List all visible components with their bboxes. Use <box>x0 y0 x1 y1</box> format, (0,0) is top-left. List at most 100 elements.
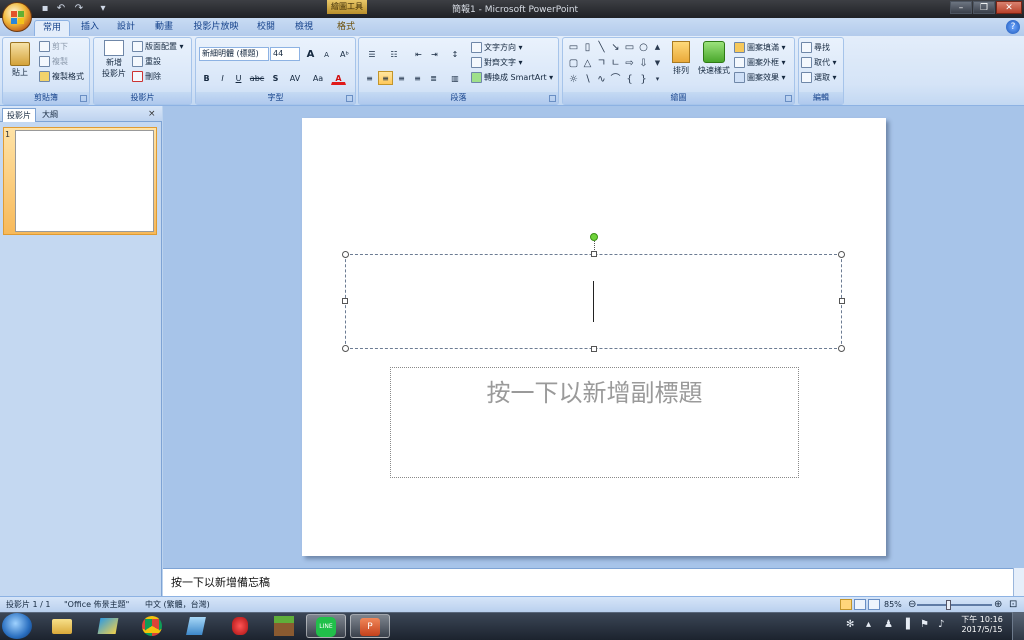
close-pane-icon[interactable]: × <box>148 109 156 119</box>
quick-styles-button[interactable]: 快速樣式 <box>696 41 732 77</box>
tray-app-icon[interactable]: ♟ <box>884 619 893 630</box>
resize-handle-top-left[interactable] <box>342 251 349 258</box>
zoom-in-icon[interactable]: ⊕ <box>994 597 1002 612</box>
taskbar-app-5-icon[interactable] <box>220 614 260 638</box>
numbering-icon[interactable]: ☷ <box>384 47 404 61</box>
resize-handle-right[interactable] <box>839 298 845 304</box>
character-spacing-button[interactable]: AV <box>285 71 305 85</box>
clock-date[interactable]: 2017/5/15 <box>960 625 1004 634</box>
strikethrough-button[interactable]: abc <box>248 71 266 85</box>
tab-format[interactable]: 格式 <box>330 20 362 36</box>
select-button[interactable]: 選取 ▾ <box>801 71 837 84</box>
bold-button[interactable]: B <box>199 71 214 85</box>
align-left-icon[interactable]: ≡ <box>362 71 377 85</box>
paste-button[interactable]: 貼上 <box>7 42 33 79</box>
tray-network-icon[interactable]: ▐ <box>902 619 910 630</box>
curve-shape-icon[interactable]: ∖ <box>582 74 593 85</box>
pane-tab-slides[interactable]: 投影片 <box>2 108 36 122</box>
new-slide-button[interactable]: 新增 投影片 <box>98 40 130 79</box>
down-arrow-shape-icon[interactable]: ⇩ <box>638 58 649 69</box>
save-icon[interactable]: ▪ <box>38 2 52 16</box>
resize-handle-bottom-right[interactable] <box>838 345 845 352</box>
resize-handle-top-right[interactable] <box>838 251 845 258</box>
bullets-icon[interactable]: ☰ <box>362 47 382 61</box>
distribute-icon[interactable]: ≣ <box>426 71 441 85</box>
clear-format-button[interactable]: Aᵇ <box>337 47 352 61</box>
text-direction-button[interactable]: 文字方向 ▾ <box>471 41 523 54</box>
shape-outline-button[interactable]: 圖案外框 ▾ <box>734 56 786 69</box>
line-spacing-icon[interactable]: ↕ <box>445 47 465 61</box>
font-launcher-icon[interactable] <box>346 95 353 102</box>
resize-handle-bottom[interactable] <box>591 346 597 352</box>
pane-tab-outline[interactable]: 大綱 <box>38 108 62 122</box>
tray-expand-icon[interactable]: ▴ <box>866 619 871 630</box>
tab-animations[interactable]: 動畫 <box>150 20 178 36</box>
font-name-combo[interactable]: 新細明體 (標題) <box>199 47 269 61</box>
redo-icon[interactable]: ↷ <box>72 2 86 16</box>
vertical-textbox-shape-icon[interactable]: ▯ <box>582 42 593 53</box>
zoom-slider-thumb[interactable] <box>946 600 951 610</box>
delete-slide-button[interactable]: 刪除 <box>132 70 161 83</box>
start-button[interactable] <box>2 613 32 639</box>
rotation-handle[interactable] <box>590 233 598 241</box>
shrink-font-button[interactable]: A <box>319 47 334 61</box>
layout-button[interactable]: 版面配置 ▾ <box>132 40 184 53</box>
format-painter-button[interactable]: 複製格式 <box>39 70 84 83</box>
normal-view-icon[interactable] <box>840 599 852 610</box>
taskbar-app-4-icon[interactable] <box>176 614 216 638</box>
decrease-indent-icon[interactable]: ⇤ <box>411 47 426 61</box>
minecraft-icon[interactable] <box>264 614 304 638</box>
tab-design[interactable]: 設計 <box>112 20 140 36</box>
shapes-scroll-up-icon[interactable]: ▲ <box>652 42 663 53</box>
elbow-connector-icon[interactable]: ㄱ <box>596 58 607 69</box>
resize-handle-left[interactable] <box>342 298 348 304</box>
paragraph-launcher-icon[interactable] <box>549 95 556 102</box>
underline-button[interactable]: U <box>231 71 246 85</box>
font-color-button[interactable]: A <box>331 71 346 85</box>
close-button[interactable]: ✕ <box>996 1 1022 14</box>
show-desktop-button[interactable] <box>1012 612 1024 640</box>
help-icon[interactable]: ? <box>1006 20 1020 34</box>
arrange-button[interactable]: 排列 <box>667 41 695 77</box>
shapes-scroll-down-icon[interactable]: ▼ <box>652 58 663 69</box>
elbow-arrow-icon[interactable]: ㄴ <box>610 58 621 69</box>
slide-sorter-view-icon[interactable] <box>854 599 866 610</box>
slide-thumbnail[interactable] <box>15 130 154 232</box>
slide-show-view-icon[interactable] <box>868 599 880 610</box>
smartart-button[interactable]: 轉換成 SmartArt ▾ <box>471 71 553 84</box>
zoom-slider[interactable] <box>917 604 992 606</box>
tab-home[interactable]: 常用 <box>34 20 70 36</box>
qat-customize-icon[interactable]: ▾ <box>98 2 108 16</box>
textbox-shape-icon[interactable]: ▭ <box>568 42 579 53</box>
resize-handle-bottom-left[interactable] <box>342 345 349 352</box>
taskbar-app-2-icon[interactable] <box>88 614 128 638</box>
increase-indent-icon[interactable]: ⇥ <box>427 47 442 61</box>
powerpoint-taskbar-icon[interactable]: P <box>350 614 390 638</box>
tray-bluetooth-icon[interactable]: ✻ <box>846 619 854 630</box>
notes-scrollbar[interactable] <box>1013 568 1024 596</box>
align-text-button[interactable]: 對齊文字 ▾ <box>471 56 523 69</box>
clipboard-launcher-icon[interactable] <box>80 95 87 102</box>
arc-shape-icon[interactable]: ⌒ <box>610 74 621 85</box>
tab-insert[interactable]: 插入 <box>76 20 104 36</box>
left-brace-shape-icon[interactable]: { <box>624 74 635 85</box>
grow-font-button[interactable]: A <box>303 47 318 61</box>
shape-fill-button[interactable]: 圖案填滿 ▾ <box>734 41 786 54</box>
align-center-icon[interactable]: ≡ <box>378 71 393 85</box>
tab-review[interactable]: 校閱 <box>252 20 280 36</box>
resize-handle-top[interactable] <box>591 251 597 257</box>
change-case-button[interactable]: Aa <box>308 71 328 85</box>
align-right-icon[interactable]: ≡ <box>394 71 409 85</box>
zoom-level[interactable]: 85% <box>884 597 902 612</box>
drawing-launcher-icon[interactable] <box>785 95 792 102</box>
oval-shape-icon[interactable]: ○ <box>638 42 649 53</box>
notes-pane[interactable] <box>163 568 1013 596</box>
reset-button[interactable]: 重設 <box>132 55 161 68</box>
shape-effects-button[interactable]: 圖案效果 ▾ <box>734 71 786 84</box>
rounded-rect-shape-icon[interactable]: ▢ <box>568 58 579 69</box>
zoom-out-icon[interactable]: ⊖ <box>908 597 916 612</box>
minimize-button[interactable]: – <box>950 1 972 14</box>
cut-button[interactable]: 剪下 <box>39 40 68 53</box>
file-explorer-icon[interactable] <box>42 614 82 638</box>
shadow-button[interactable]: S <box>268 71 283 85</box>
